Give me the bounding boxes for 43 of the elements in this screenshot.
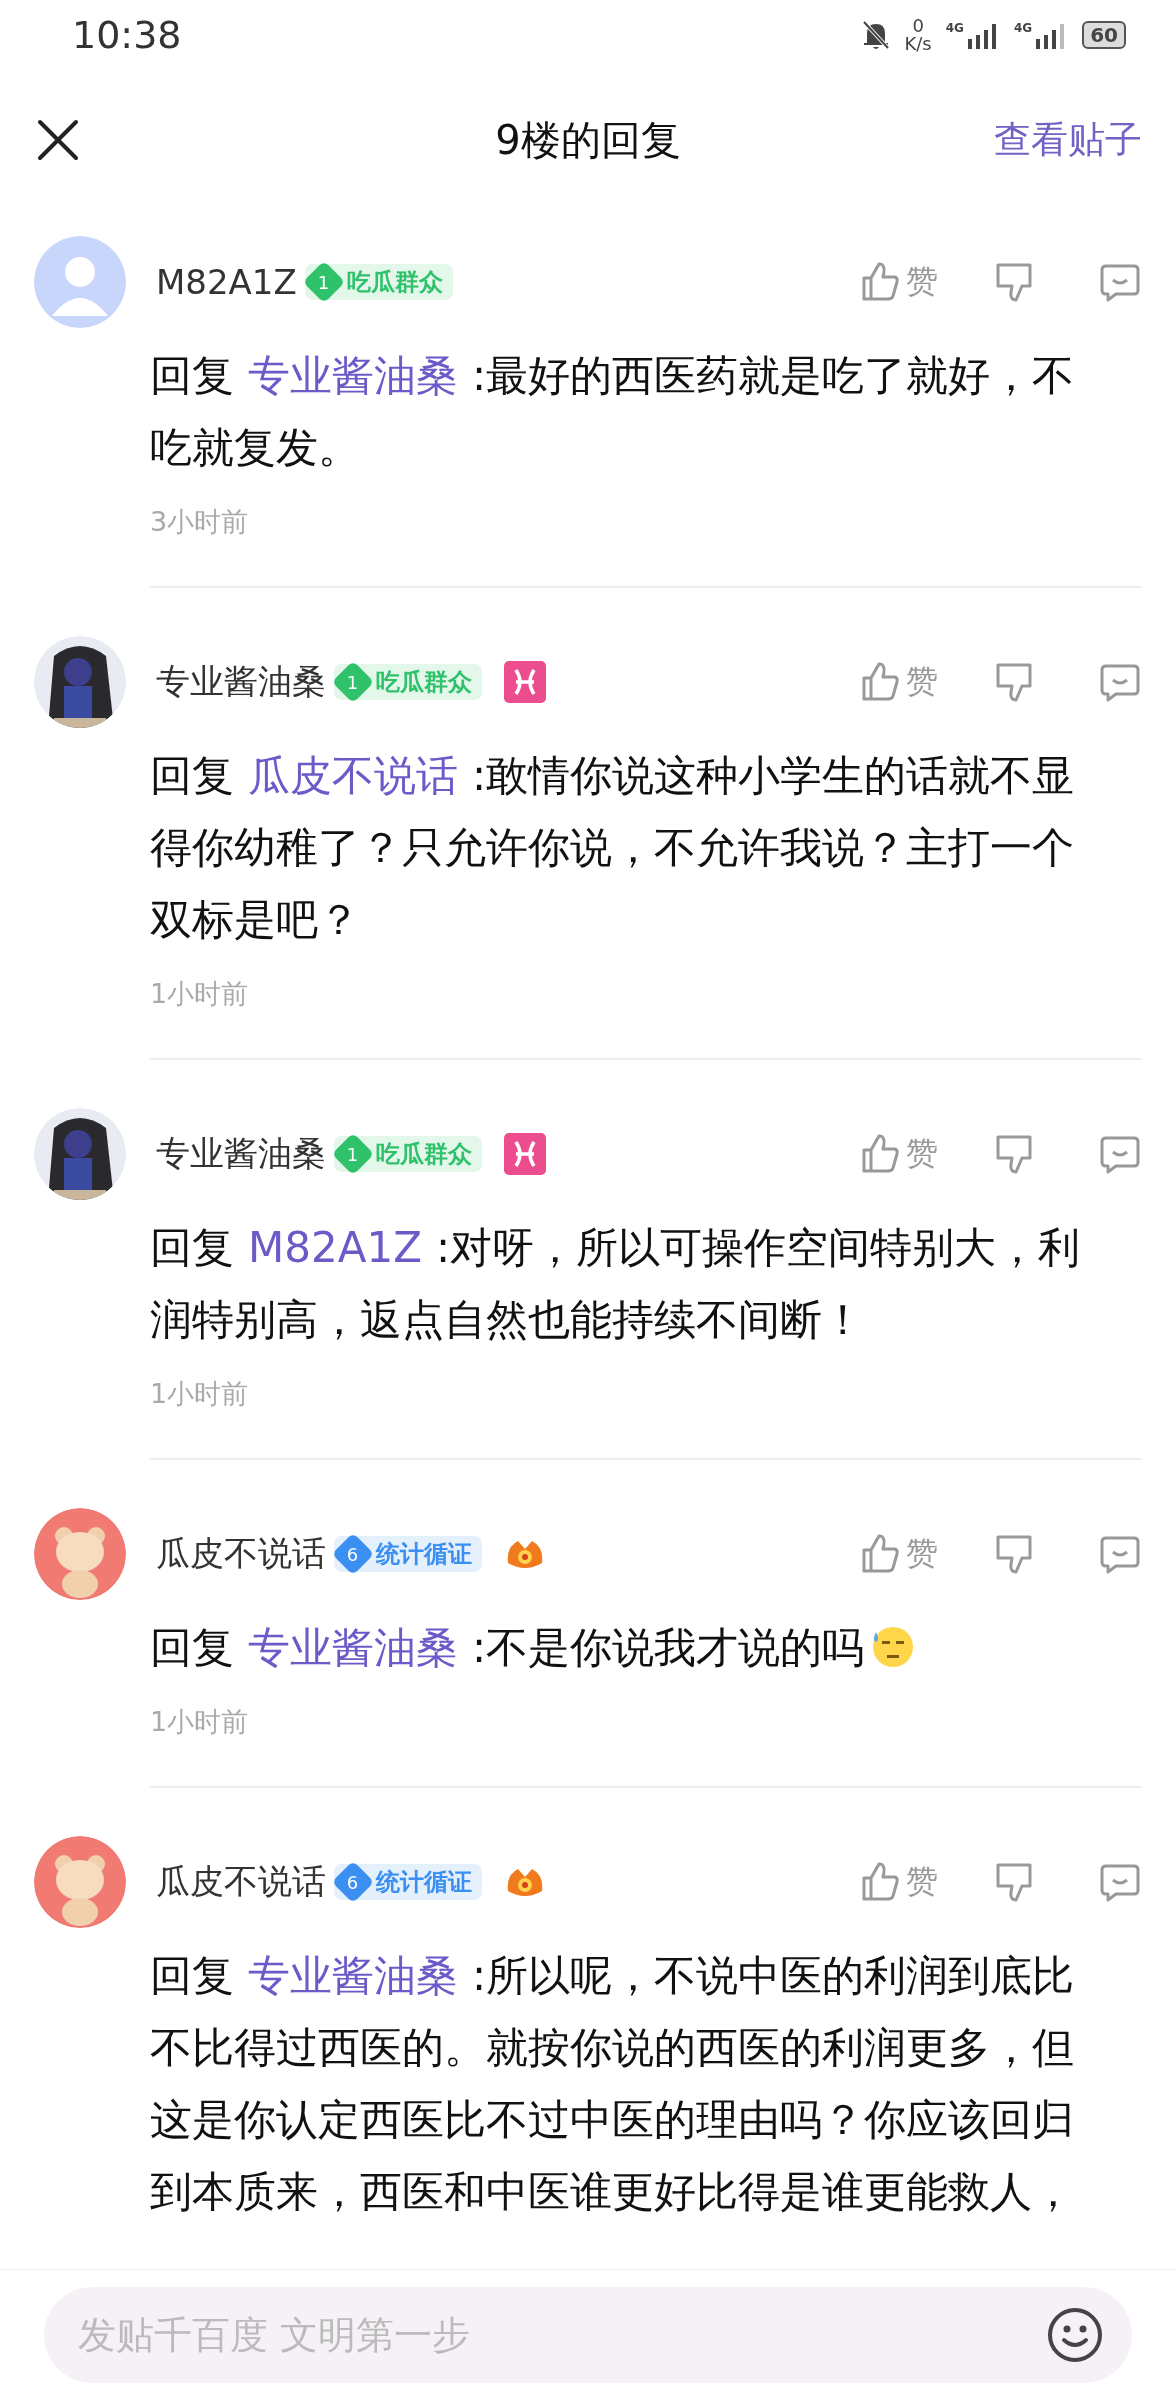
- network-type: 4G: [945, 21, 964, 35]
- mention-link[interactable]: 专业酱油桑: [248, 1623, 458, 1672]
- pisces-icon: [504, 661, 546, 703]
- user-name[interactable]: 瓜皮不说话: [156, 1531, 326, 1577]
- timestamp: 1小时前: [150, 1377, 250, 1411]
- comment-text: 回复 专业酱油桑 :最好的西医药就是吃了就好，不吃就复发。: [150, 350, 1076, 474]
- view-post-link[interactable]: 查看贴子: [994, 115, 1142, 165]
- level-badge: 1 吃瓜群众: [334, 664, 482, 700]
- user-name[interactable]: 专业酱油桑: [156, 1131, 326, 1177]
- page-title: 9楼的回复: [495, 116, 681, 163]
- avatar-icon[interactable]: [34, 236, 126, 328]
- net-speed: 0: [912, 17, 924, 35]
- mention-link[interactable]: 瓜皮不说话: [248, 751, 458, 800]
- comment-text: 回复 瓜皮不说话 :敢情你说这种小学生的话就不显得你幼稚了？只允许你说，不允许我说？主打一个双标是吧？: [150, 750, 1076, 946]
- mention-link[interactable]: 专业酱油桑: [248, 351, 458, 400]
- like-button[interactable]: 赞: [858, 1532, 938, 1576]
- like-button[interactable]: 赞: [858, 1132, 938, 1176]
- level-badge: 1 吃瓜群众: [334, 1136, 482, 1172]
- user-name[interactable]: 瓜皮不说话: [156, 1859, 326, 1905]
- battery-level: 60: [1082, 21, 1126, 49]
- like-button[interactable]: 赞: [858, 1860, 938, 1904]
- mention-link[interactable]: M82A1Z: [248, 1223, 422, 1272]
- mute-bell-icon: [860, 19, 891, 51]
- level-badge: 1 吃瓜群众: [304, 264, 453, 300]
- emoji-icon[interactable]: [1046, 2306, 1104, 2364]
- clock: 10:38: [72, 13, 182, 57]
- user-name[interactable]: M82A1Z: [156, 262, 297, 302]
- user-name[interactable]: 专业酱油桑: [156, 659, 326, 705]
- level-badge: 6 统计循证: [334, 1536, 482, 1572]
- comment-text: 回复 M82A1Z :对呀，所以可操作空间特别大，利润特别高，返点自然也能持续不间断！: [150, 1222, 1082, 1346]
- level-badge: 6 统计循证: [334, 1864, 482, 1900]
- comment-text: 回复 专业酱油桑 :所以呢，不说中医的利润到底比不比得过西医的。就按你说的西医的利润更多，但这是你认定西医比不过中医的理由吗？你应该回归到本质来，西医和中医谁更好比得是谁更能救人，: [150, 1950, 1076, 2218]
- net-speed-unit: K/s: [904, 35, 932, 53]
- timestamp: 1小时前: [150, 1705, 250, 1739]
- comment-composer[interactable]: 发贴千百度 文明第一步: [44, 2287, 1132, 2383]
- like-button[interactable]: 赞: [858, 660, 938, 704]
- comment-text: 回复 专业酱油桑 :不是你说我才说的吗: [150, 1612, 1102, 1684]
- network-type: 4G: [1013, 21, 1033, 35]
- pisces-icon: [504, 1133, 546, 1175]
- timestamp: 3小时前: [150, 505, 250, 539]
- timestamp: 1小时前: [150, 977, 250, 1011]
- like-button[interactable]: 赞: [858, 260, 938, 304]
- mention-link[interactable]: 专业酱油桑: [248, 1951, 458, 2000]
